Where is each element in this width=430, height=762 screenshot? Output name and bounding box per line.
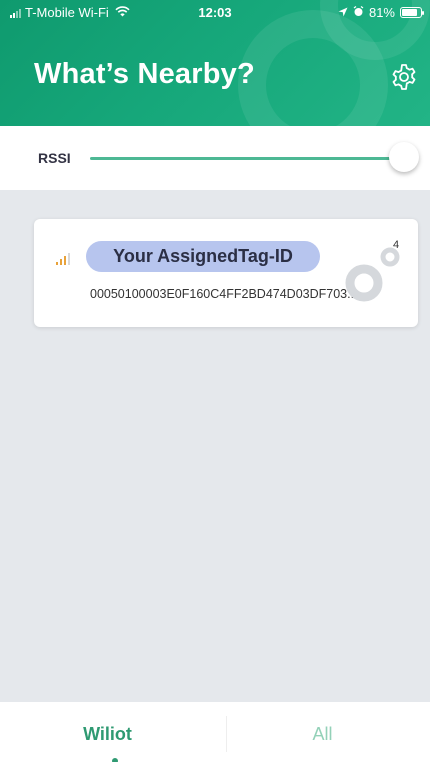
page-title: What’s Nearby? (34, 58, 255, 90)
status-right: 81% (338, 5, 424, 20)
tag-card[interactable]: Your AssignedTag-ID 00050100003E0F160C4F… (34, 219, 418, 327)
gear-icon[interactable] (389, 62, 419, 92)
rssi-label: RSSI (38, 150, 71, 166)
header: T-Mobile Wi-Fi 12:03 81% What’s Nearby? (0, 0, 430, 126)
rssi-slider-thumb[interactable] (389, 142, 419, 172)
signal-strength-icon (56, 253, 70, 265)
alarm-icon (353, 5, 364, 20)
battery-fill (402, 9, 417, 16)
tag-group-icon (340, 241, 410, 311)
tab-wiliot[interactable]: Wiliot (0, 724, 215, 745)
battery-icon (400, 7, 424, 18)
tab-all[interactable]: All (215, 724, 430, 745)
tag-name-badge: Your AssignedTag-ID (86, 241, 320, 272)
tab-bar: Wiliot All (0, 702, 430, 762)
tag-count: 4 (393, 239, 400, 251)
location-arrow-icon (338, 5, 348, 20)
status-bar: T-Mobile Wi-Fi 12:03 81% (0, 0, 430, 24)
rssi-slider-track[interactable] (90, 157, 400, 160)
nearby-list: Your AssignedTag-ID 00050100003E0F160C4F… (0, 190, 430, 702)
battery-percent: 81% (368, 5, 395, 20)
active-tab-indicator (112, 758, 118, 762)
rssi-filter: RSSI (0, 126, 430, 190)
